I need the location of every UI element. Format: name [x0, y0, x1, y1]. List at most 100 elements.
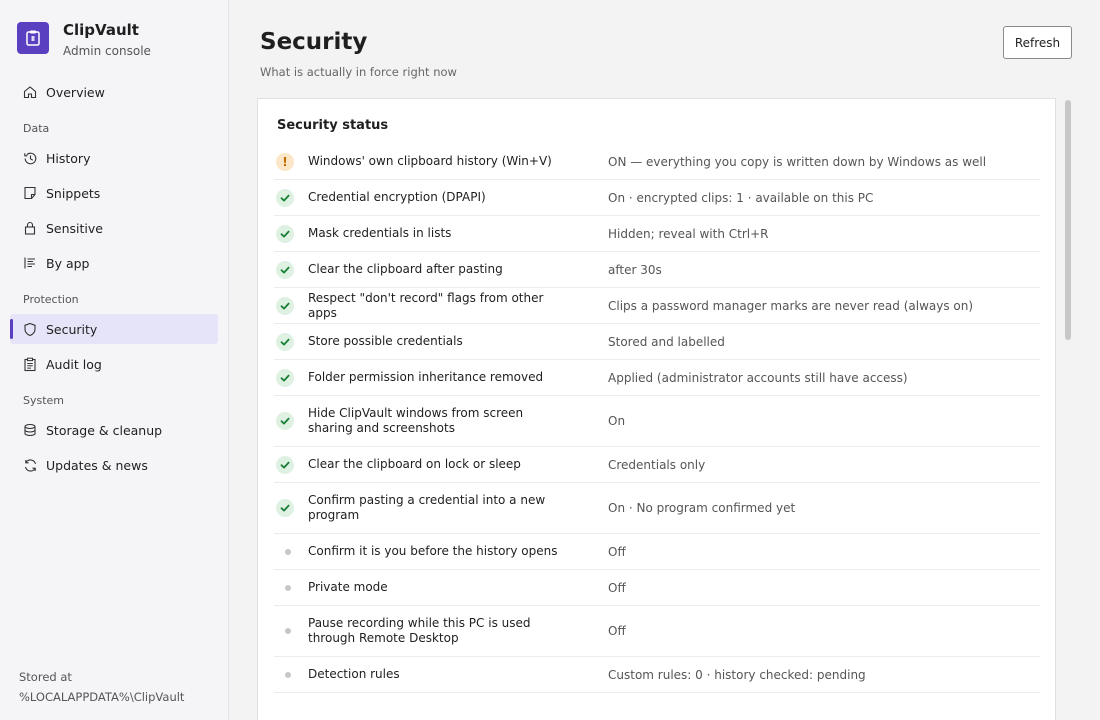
warning-icon: ! — [276, 152, 294, 171]
status-label: Credential encryption (DPAPI) — [308, 190, 486, 204]
storage-path: %LOCALAPPDATA%\ClipVault — [19, 690, 185, 704]
page-subtitle: What is actually in force right now — [260, 65, 457, 79]
status-value: On — [608, 414, 626, 428]
status-label: Store possible credentials — [308, 334, 463, 348]
status-label: Pause recording while this PC is used th… — [308, 616, 531, 645]
status-value: Off — [608, 624, 626, 638]
status-value: Hidden; reveal with Ctrl+R — [608, 226, 769, 241]
home-icon — [22, 84, 38, 100]
main-content: Security What is actually in force right… — [230, 0, 1100, 720]
status-label: Hide ClipVault windows from screen shari… — [308, 406, 524, 435]
clipboard-list-icon — [22, 356, 38, 372]
refresh-icon — [22, 457, 38, 473]
status-row: Clear the clipboard after pasting after 3… — [274, 252, 1040, 288]
sidebar-item-label: Overview — [46, 84, 105, 100]
status-value: ON — everything you copy is written down… — [608, 154, 987, 169]
refresh-button[interactable]: Refresh — [1003, 26, 1072, 59]
sidebar-item-overview[interactable]: Overview — [10, 77, 218, 107]
sidebar-item-by-app[interactable]: By app — [10, 248, 218, 278]
status-row: Respect "don't record" flags from other … — [274, 288, 1040, 324]
check-icon — [276, 224, 294, 243]
sidebar-item-label: Sensitive — [46, 220, 103, 236]
check-icon — [276, 368, 294, 387]
brand: ClipVault Admin console — [17, 21, 151, 58]
status-label: Mask credentials in lists — [308, 226, 452, 240]
status-row: Hide ClipVault windows from screen shari… — [274, 396, 1040, 447]
status-row: Private mode Off — [274, 570, 1040, 606]
status-row: ! Windows' own clipboard history (Win+V) O… — [274, 144, 1040, 180]
check-icon — [276, 296, 294, 315]
status-row: Store possible credentials Stored and lab… — [274, 324, 1040, 360]
card-title: Security status — [277, 118, 389, 133]
status-label: Clear the clipboard after pasting — [308, 262, 503, 276]
page-title: Security — [260, 29, 368, 55]
status-label: Private mode — [308, 580, 388, 594]
status-value: Custom rules: 0 · history checked: pendi… — [608, 667, 866, 682]
status-row: Credential encryption (DPAPI) On · encryp… — [274, 180, 1040, 216]
status-label: Confirm it is you before the history ope… — [308, 544, 558, 558]
status-row: Clear the clipboard on lock or sleep Cred… — [274, 447, 1040, 483]
nav-section-data: Data — [23, 122, 50, 135]
status-label: Folder permission inheritance removed — [308, 370, 544, 384]
status-value: On · encrypted clips: 1 · available on t… — [608, 190, 874, 205]
dot-icon — [276, 666, 294, 684]
status-label: Windows' own clipboard history (Win+V) — [308, 154, 552, 168]
status-value: Credentials only — [608, 457, 706, 472]
sidebar-item-sensitive[interactable]: Sensitive — [10, 213, 218, 243]
sidebar-item-label: By app — [46, 255, 90, 271]
list-icon — [22, 255, 38, 271]
status-row: Detection rules Custom rules: 0 · history… — [274, 657, 1040, 693]
status-value: On · No program confirmed yet — [608, 501, 796, 515]
status-value: Off — [608, 580, 626, 595]
shield-icon — [22, 321, 38, 337]
storage-label: Stored at — [19, 670, 72, 684]
status-label: Respect "don't record" flags from other … — [308, 290, 544, 320]
clipboard-logo-icon — [17, 22, 49, 54]
status-value: Clips a password manager marks are never… — [608, 298, 974, 313]
status-value: Stored and labelled — [608, 334, 725, 349]
sidebar-item-storage[interactable]: Storage & cleanup — [10, 415, 218, 445]
status-row: Confirm it is you before the history ope… — [274, 534, 1040, 570]
snippet-icon — [22, 185, 38, 201]
status-row: Pause recording while this PC is used th… — [274, 606, 1040, 657]
status-label: Clear the clipboard on lock or sleep — [308, 457, 521, 471]
security-status-card: Security status ! Windows' own clipboard … — [257, 98, 1056, 720]
sidebar-item-label: Audit log — [46, 356, 102, 372]
sidebar-item-label: Security — [46, 321, 98, 337]
check-icon — [276, 188, 294, 207]
sidebar-item-label: Updates & news — [46, 457, 148, 473]
lock-icon — [22, 220, 38, 236]
status-row: Confirm pasting a credential into a new … — [274, 483, 1040, 534]
dot-icon — [276, 543, 294, 561]
sidebar-item-history[interactable]: History — [10, 143, 218, 173]
check-icon — [276, 455, 294, 474]
sidebar-item-audit-log[interactable]: Audit log — [10, 349, 218, 379]
check-icon — [276, 499, 294, 517]
check-icon — [276, 260, 294, 279]
status-row: Folder permission inheritance removed App… — [274, 360, 1040, 396]
sidebar: ClipVault Admin console Overview Data Hi… — [0, 0, 229, 720]
status-label: Detection rules — [308, 667, 400, 681]
sidebar-item-label: Snippets — [46, 185, 101, 201]
sidebar-item-updates[interactable]: Updates & news — [10, 450, 218, 480]
storage-footer: Stored at %LOCALAPPDATA%\ClipVault — [19, 667, 184, 707]
status-value: Off — [608, 544, 626, 559]
status-value: Applied (administrator accounts still ha… — [608, 370, 908, 385]
sidebar-item-snippets[interactable]: Snippets — [10, 178, 218, 208]
database-icon — [22, 422, 38, 438]
sidebar-item-label: Storage & cleanup — [46, 422, 163, 438]
sidebar-item-security[interactable]: Security — [10, 314, 218, 344]
nav-section-protection: Protection — [23, 293, 79, 306]
nav-section-system: System — [23, 394, 65, 407]
scrollbar[interactable] — [1065, 100, 1071, 340]
app-name: ClipVault — [63, 21, 139, 39]
sidebar-item-label: History — [46, 150, 91, 166]
dot-icon — [276, 579, 294, 597]
status-row: Mask credentials in lists Hidden; reveal … — [274, 216, 1040, 252]
app-subtitle: Admin console — [63, 44, 151, 58]
status-label: Confirm pasting a credential into a new … — [308, 493, 546, 522]
check-icon — [276, 332, 294, 351]
dot-icon — [276, 622, 294, 640]
history-icon — [22, 150, 38, 166]
status-value: after 30s — [608, 262, 662, 277]
